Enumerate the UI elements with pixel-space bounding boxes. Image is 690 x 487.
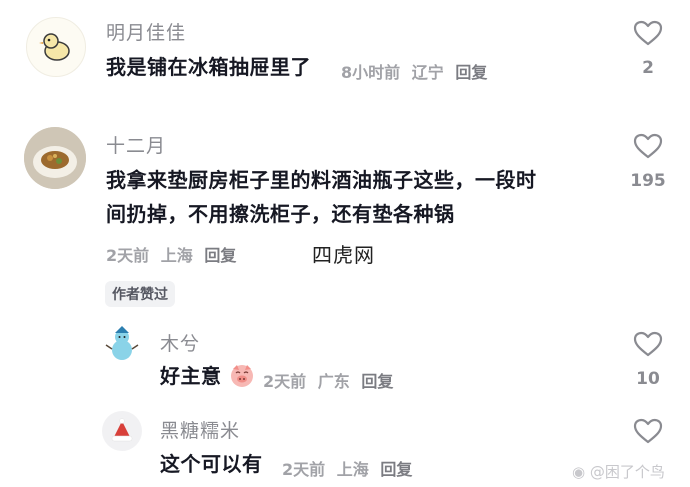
comment-meta: 2天前 上海 回复 — [106, 242, 242, 266]
comment-location: 辽宁 — [411, 63, 444, 82]
heart-icon — [633, 418, 663, 444]
comment-username[interactable]: 明月佳佳 — [106, 18, 186, 45]
author-liked-badge: 作者赞过 — [105, 281, 175, 307]
food-avatar-icon — [24, 127, 86, 189]
reply-meta: 2天前 上海 回复 — [282, 456, 418, 480]
avatar[interactable] — [26, 17, 86, 77]
duck-avatar-icon — [39, 33, 70, 61]
like-button[interactable]: 10 — [628, 331, 668, 389]
heart-icon — [633, 20, 663, 46]
santa-hat-avatar-icon — [111, 418, 133, 442]
watermark-text: @困了个鸟 — [589, 463, 665, 481]
avatar[interactable] — [102, 411, 142, 451]
avatar[interactable] — [102, 323, 142, 363]
reply-time: 2天前 — [263, 372, 307, 391]
comment-username[interactable]: 十二月 — [106, 131, 166, 158]
reply-text: 这个可以有 — [160, 452, 263, 476]
like-count: 10 — [636, 369, 660, 389]
comment-time: 2天前 — [106, 246, 150, 265]
pig-emoji-icon — [230, 365, 253, 387]
like-button[interactable]: 195 — [628, 133, 668, 191]
reply-meta: 2天前 广东 回复 — [263, 368, 399, 392]
comment-time: 8小时前 — [341, 63, 401, 82]
reply-location: 广东 — [317, 372, 350, 391]
site-watermark: 四虎网 — [312, 243, 375, 267]
reply-username[interactable]: 黑糖糯米 — [160, 416, 240, 443]
reply-username[interactable]: 木兮 — [160, 329, 200, 356]
heart-icon — [633, 331, 663, 357]
reply-location: 上海 — [336, 460, 369, 479]
reply-time: 2天前 — [282, 460, 326, 479]
like-button[interactable] — [628, 418, 668, 448]
snowman-avatar-icon — [105, 326, 139, 360]
reply-text-content: 好主意 — [160, 364, 222, 388]
reply-button[interactable]: 回复 — [455, 63, 487, 82]
comment-text-line: 我拿来垫厨房柜子里的料酒油瓶子这些，一段时 — [106, 168, 537, 192]
reply-button[interactable]: 回复 — [380, 460, 412, 479]
heart-icon — [633, 133, 663, 159]
avatar[interactable] — [24, 127, 86, 189]
weibo-watermark: ◉ @困了个鸟 — [572, 461, 665, 482]
comment-text-line: 间扔掉，不用擦洗柜子，还有垫各种锅 — [106, 202, 455, 226]
like-count: 2 — [642, 58, 654, 78]
comment-location: 上海 — [160, 246, 193, 265]
reply-button[interactable]: 回复 — [204, 246, 236, 265]
reply-text: 好主意 — [160, 360, 255, 393]
reply-button[interactable]: 回复 — [361, 372, 393, 391]
comment-text: 我是铺在冰箱抽屉里了 — [106, 55, 311, 79]
weibo-logo-icon: ◉ — [572, 463, 586, 481]
comment-meta: 8小时前 辽宁 回复 — [341, 59, 493, 83]
like-button[interactable]: 2 — [628, 20, 668, 78]
like-count: 195 — [630, 171, 666, 191]
